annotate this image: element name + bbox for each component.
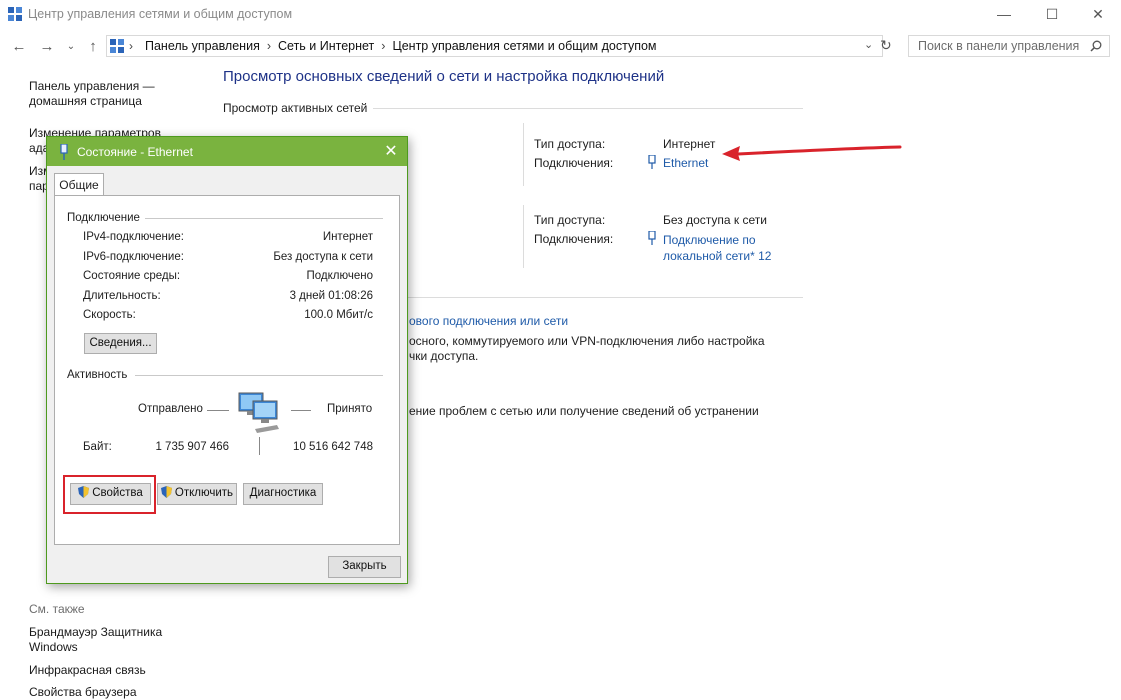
sidebar-firewall-link[interactable]: Брандмауэр Защитника Windows xyxy=(29,625,179,655)
net1-access-value: Интернет xyxy=(663,137,716,151)
uac-shield-icon xyxy=(160,486,172,498)
bytes-received-value: 10 516 642 748 xyxy=(293,441,373,453)
disable-button[interactable]: Отключить xyxy=(157,483,237,505)
breadcrumb-network-center[interactable]: Центр управления сетями и общим доступом xyxy=(392,39,656,53)
window-titlebar: Центр управления сетями и общим доступом… xyxy=(0,0,1121,30)
net2-access-value: Без доступа к сети xyxy=(663,213,767,227)
properties-button[interactable]: Свойства xyxy=(70,483,151,505)
ethernet-plug-icon xyxy=(648,155,656,169)
recent-chevron-icon[interactable]: ⌄ xyxy=(62,41,80,52)
see-also-title: См. также xyxy=(29,602,85,616)
address-dropdown-icon[interactable]: ⌄ xyxy=(864,38,873,51)
breadcrumb-separator-icon: › xyxy=(266,39,272,53)
network-center-icon xyxy=(8,7,22,21)
new-connection-desc-2: чки доступа. xyxy=(409,349,479,363)
breadcrumb-chevron-icon[interactable]: › xyxy=(129,39,133,53)
received-line xyxy=(291,410,311,411)
group-divider xyxy=(145,218,383,219)
up-arrow-icon[interactable]: ↑ xyxy=(84,38,102,55)
breadcrumb: Панель управления › Сеть и Интернет › Центр … xyxy=(145,39,657,53)
duration-value: 3 дней 01:08:26 xyxy=(289,290,373,302)
group-divider xyxy=(135,375,383,376)
search-icon[interactable] xyxy=(1090,40,1102,52)
uac-shield-icon xyxy=(78,486,90,498)
forward-arrow-icon[interactable]: → xyxy=(38,38,56,55)
details-button[interactable]: Сведения... xyxy=(84,333,157,354)
net1-access-label: Тип доступа: xyxy=(534,137,606,151)
ipv4-label: IPv4-подключение: xyxy=(83,231,184,243)
speed-value: 100.0 Мбит/с xyxy=(304,309,373,321)
ethernet-status-dialog: Состояние - Ethernet ✕ Общие Подключение… xyxy=(46,136,408,584)
duration-label: Длительность: xyxy=(83,290,161,302)
properties-button-label: Свойства xyxy=(92,487,143,499)
network-computers-icon xyxy=(238,392,279,433)
annotation-arrow-icon xyxy=(722,145,902,161)
net1-conn-link[interactable]: Ethernet xyxy=(663,156,708,170)
net2-access-label: Тип доступа: xyxy=(534,213,606,227)
new-connection-desc: осного, коммутируемого или VPN-подключен… xyxy=(409,334,765,348)
breadcrumb-network-internet[interactable]: Сеть и Интернет xyxy=(278,39,374,53)
back-arrow-icon[interactable]: ← xyxy=(10,38,28,55)
network-divider xyxy=(523,205,524,268)
media-state-label: Состояние среды: xyxy=(83,270,181,282)
sidebar-browser-props-link[interactable]: Свойства браузера xyxy=(29,685,137,700)
tab-general[interactable]: Общие xyxy=(54,173,104,196)
minimize-button[interactable]: — xyxy=(981,0,1027,30)
diagnose-button[interactable]: Диагностика xyxy=(243,483,323,505)
ethernet-plug-icon xyxy=(648,231,656,245)
dialog-close-icon[interactable]: ✕ xyxy=(380,141,402,161)
search-placeholder: Поиск в панели управления xyxy=(918,39,1080,53)
bytes-divider xyxy=(259,437,260,455)
control-panel-icon xyxy=(110,39,124,53)
sent-label: Отправлено xyxy=(138,403,203,415)
breadcrumb-separator-icon: › xyxy=(381,39,386,53)
net2-conn-link[interactable]: Подключение по локальной сети* 12 xyxy=(663,232,783,264)
ipv6-value: Без доступа к сети xyxy=(273,251,373,263)
ethernet-plug-icon xyxy=(60,144,68,160)
ipv6-label: IPv6-подключение: xyxy=(83,251,184,263)
section-divider xyxy=(373,108,803,109)
speed-label: Скорость: xyxy=(83,309,136,321)
troubleshoot-desc: ение проблем с сетью или получение сведе… xyxy=(409,404,759,418)
net2-conn-label: Подключения: xyxy=(534,232,614,246)
page-title: Просмотр основных сведений о сети и наст… xyxy=(223,68,665,85)
dialog-title: Состояние - Ethernet xyxy=(77,145,193,159)
close-window-button[interactable]: ✕ xyxy=(1075,0,1121,30)
sidebar-infrared-link[interactable]: Инфракрасная связь xyxy=(29,663,146,678)
bytes-sent-value: 1 735 907 466 xyxy=(155,441,229,453)
window-title: Центр управления сетями и общим доступом xyxy=(28,7,293,21)
close-button[interactable]: Закрыть xyxy=(328,556,401,578)
ipv4-value: Интернет xyxy=(322,231,373,243)
net1-conn-label: Подключения: xyxy=(534,156,614,170)
received-label: Принято xyxy=(327,403,373,415)
maximize-button[interactable]: ☐ xyxy=(1029,0,1075,30)
sidebar-change-sharing-link[interactable]: Изм пар xyxy=(29,164,51,194)
sidebar-home-link[interactable]: Панель управления — домашняя страница xyxy=(29,79,179,109)
activity-group-label: Активность xyxy=(67,369,128,381)
media-state-value: Подключено xyxy=(306,270,374,282)
disable-button-label: Отключить xyxy=(174,487,234,499)
sent-line xyxy=(207,410,229,411)
refresh-icon[interactable]: ↻ xyxy=(880,37,892,54)
network-divider xyxy=(523,123,524,186)
new-connection-link[interactable]: ового подключения или сети xyxy=(409,314,568,328)
active-networks-heading: Просмотр активных сетей xyxy=(223,101,368,115)
connection-group-label: Подключение xyxy=(67,212,140,224)
bytes-label: Байт: xyxy=(83,441,112,453)
breadcrumb-control-panel[interactable]: Панель управления xyxy=(145,39,260,53)
